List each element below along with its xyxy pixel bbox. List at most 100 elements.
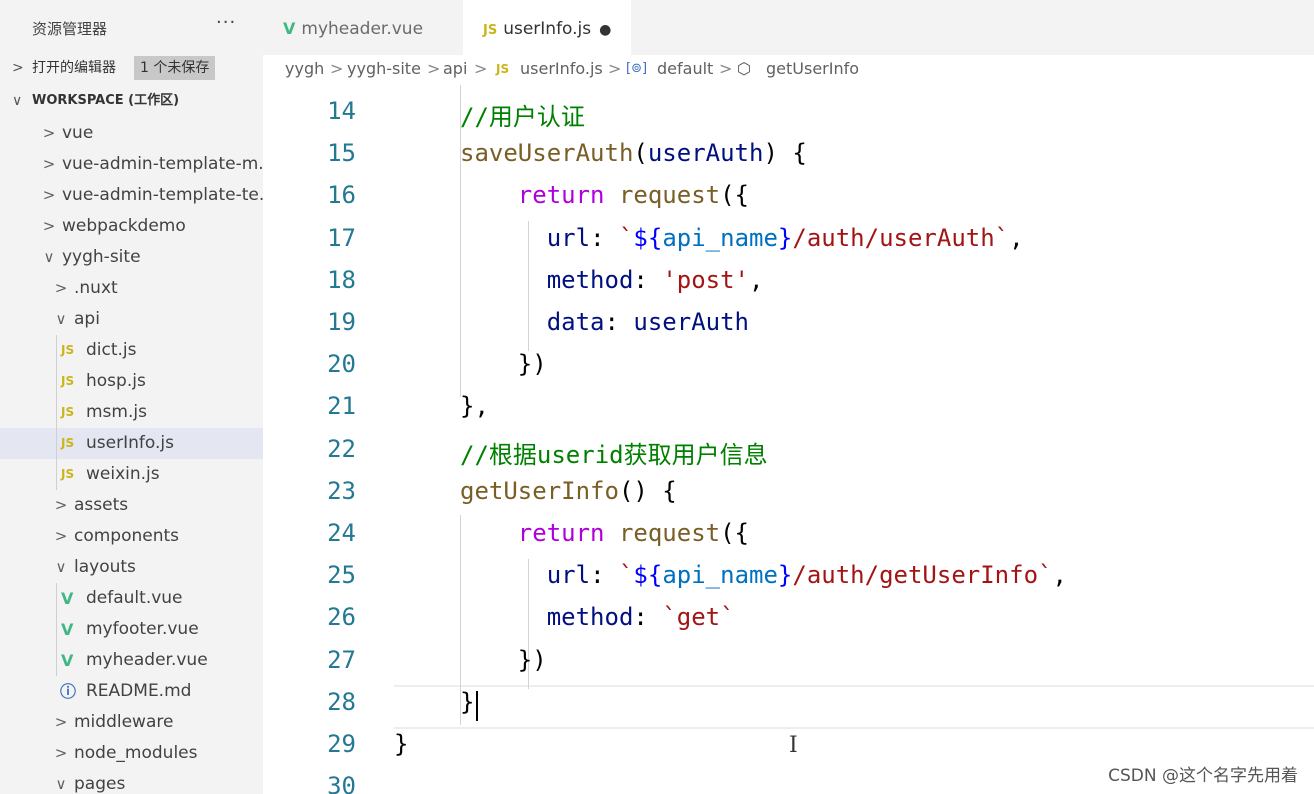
tree-file[interactable]: JS userInfo.js — [0, 428, 263, 459]
breadcrumb-item[interactable]: yygh-site — [347, 55, 421, 83]
tree-folder[interactable]: > node_modules — [0, 738, 263, 769]
tree-file[interactable]: JS dict.js — [0, 335, 263, 366]
tree-file[interactable]: ⓘ README.md — [0, 676, 263, 707]
tree-item-label: yygh-site — [62, 247, 141, 267]
tree-folder[interactable]: > components — [0, 521, 263, 552]
tree-file[interactable]: Vmyfooter.vue — [0, 614, 263, 645]
code-token: } — [394, 730, 409, 758]
code-token: , — [749, 265, 764, 294]
vue-file-icon: V — [61, 620, 74, 639]
code-line: //根据userid获取用户信息 — [460, 435, 768, 470]
breadcrumb-item[interactable]: userInfo.js — [520, 55, 603, 83]
line-number: 21 — [327, 392, 356, 421]
tree-folder[interactable]: ∨ yygh-site — [0, 242, 263, 273]
variable-icon: [⊚] — [626, 61, 648, 76]
line-number: 27 — [327, 645, 356, 674]
tab-myheader-vue[interactable]: Vmyheader.vue — [263, 0, 461, 55]
breadcrumb-item[interactable]: getUserInfo — [766, 55, 859, 83]
tab-userinfo-js[interactable]: JS userInfo.js ● — [463, 0, 631, 55]
tree-item-label: vue — [62, 123, 94, 143]
tree-item-label: api — [74, 309, 100, 329]
tree-folder[interactable]: > middleware — [0, 707, 263, 738]
tree-folder[interactable]: ∨ pages — [0, 769, 263, 794]
tree-item-label: webpackdemo — [62, 216, 186, 236]
code-token: saveUserAuth — [460, 139, 634, 168]
tree-item-label: layouts — [74, 557, 136, 577]
code-token: return — [517, 181, 605, 210]
breadcrumb-separator: > — [427, 59, 441, 78]
current-line-highlight — [394, 685, 1314, 729]
info-icon: ⓘ — [60, 682, 77, 701]
code-token: () { — [618, 476, 677, 505]
tree-folder[interactable]: > webpackdemo — [0, 211, 263, 242]
tree-folder[interactable]: > vue — [0, 118, 263, 149]
file-tree: > vue > vue-admin-template-m... > vue-admin-t… — [0, 118, 263, 794]
tree-folder[interactable]: > assets — [0, 490, 263, 521]
tree-folder[interactable]: > vue-admin-template-m... — [0, 149, 263, 180]
line-number: 20 — [327, 350, 356, 379]
code-token: ( — [633, 139, 648, 168]
tree-item-label: dict.js — [86, 340, 137, 360]
tree-indent-guide — [56, 335, 57, 366]
code-line: saveUserAuth(userAuth) { — [460, 139, 807, 167]
chevron-right-icon: > — [54, 527, 68, 545]
workspace-section[interactable]: ∨ WORKSPACE (工作区) — [0, 86, 263, 116]
code-token: : — [604, 308, 634, 336]
chevron-down-icon: ∨ — [12, 93, 23, 109]
line-number: 14 — [327, 97, 356, 125]
text-caret — [476, 691, 478, 721]
vue-file-icon: V — [283, 19, 296, 38]
code-token: ${ — [633, 223, 663, 252]
tree-file[interactable]: Vmyheader.vue — [0, 645, 263, 676]
code-editor[interactable]: 14//用户认证 15 saveUserAuth(userAuth) {16 ret… — [263, 85, 1314, 794]
code-token: method — [546, 265, 634, 294]
breadcrumb: yygh > yygh-site > api > JS userInfo.js … — [263, 55, 1314, 85]
tree-file[interactable]: JS msm.js — [0, 397, 263, 428]
code-token: `get` — [662, 603, 735, 632]
explorer-sidebar: 资源管理器 ··· > 打开的编辑器 1 个未保存 ∨ WORKSPACE (工… — [0, 0, 263, 794]
line-number: 17 — [327, 223, 356, 252]
breadcrumb-separator: > — [719, 59, 733, 78]
code-token: } — [460, 687, 475, 716]
tree-file[interactable]: JS hosp.js — [0, 366, 263, 397]
code-token: //根据userid获取用户信息 — [460, 440, 768, 469]
tree-item-label: default.vue — [86, 588, 183, 608]
chevron-down-icon: ∨ — [43, 248, 55, 266]
code-token: ({ — [720, 181, 750, 210]
code-token: , — [1052, 561, 1067, 590]
tab-label: myheader.vue — [301, 19, 424, 39]
tab-label: userInfo.js — [503, 19, 592, 39]
code-token: return — [517, 519, 605, 547]
tree-folder[interactable]: ∨ api — [0, 304, 263, 335]
open-editors-section[interactable]: > 打开的编辑器 1 个未保存 — [0, 53, 263, 83]
chevron-right-icon: > — [42, 186, 56, 204]
tree-item-label: myheader.vue — [86, 650, 208, 670]
code-token: url — [546, 223, 591, 252]
code-token: url — [546, 561, 591, 590]
code-line: } — [394, 730, 408, 758]
code-token: }) — [460, 350, 547, 379]
tree-file[interactable]: JS weixin.js — [0, 459, 263, 490]
unsaved-dot-icon[interactable]: ● — [599, 22, 611, 38]
unsaved-badge: 1 个未保存 — [134, 56, 216, 80]
tree-item-label: pages — [74, 774, 126, 794]
code-line: return request({ — [460, 181, 749, 209]
code-token: : — [633, 265, 663, 294]
chevron-right-icon: > — [54, 496, 68, 514]
tree-item-label: userInfo.js — [86, 433, 174, 453]
chevron-right-icon: > — [12, 60, 24, 76]
tree-folder[interactable]: > .nuxt — [0, 273, 263, 304]
code-token: /auth/getUserInfo` — [792, 561, 1053, 590]
tree-file[interactable]: Vdefault.vue — [0, 583, 263, 614]
breadcrumb-item[interactable]: api — [443, 55, 467, 83]
js-file-icon: JS — [61, 343, 75, 357]
tree-folder[interactable]: > vue-admin-template-te... — [0, 180, 263, 211]
breadcrumb-item[interactable]: default — [657, 55, 713, 83]
tree-folder[interactable]: ∨ layouts — [0, 552, 263, 583]
tree-item-label: assets — [74, 495, 129, 515]
more-actions-icon[interactable]: ··· — [216, 12, 236, 33]
breadcrumb-item[interactable]: yygh — [285, 55, 324, 83]
code-token: api_name — [662, 561, 778, 590]
